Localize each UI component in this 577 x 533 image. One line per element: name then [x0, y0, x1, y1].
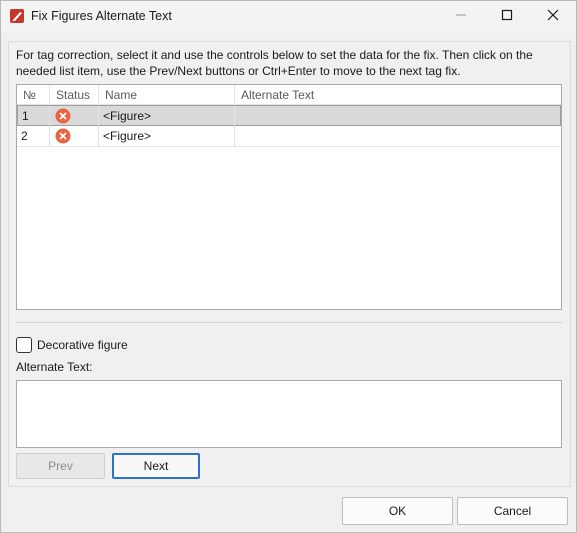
app-icon	[10, 9, 24, 23]
column-header-name[interactable]: Name	[99, 85, 235, 105]
error-icon	[55, 128, 71, 144]
maximize-icon	[501, 9, 513, 24]
dialog-window: Fix Figures Alternate Text For tag corre…	[0, 0, 577, 533]
column-header-number[interactable]: №	[17, 85, 50, 105]
title-bar[interactable]: Fix Figures Alternate Text	[1, 1, 576, 32]
error-icon	[55, 108, 71, 124]
alternate-text-label: Alternate Text:	[16, 360, 93, 374]
maximize-button[interactable]	[484, 1, 530, 32]
row-status	[50, 106, 99, 126]
row-number: 1	[18, 106, 50, 126]
table-header: № Status Name Alternate Text	[17, 85, 561, 105]
window-title: Fix Figures Alternate Text	[31, 9, 172, 23]
column-header-status[interactable]: Status	[50, 85, 99, 105]
alternate-text-input[interactable]	[16, 380, 562, 448]
prev-button[interactable]: Prev	[16, 453, 105, 479]
cancel-button[interactable]: Cancel	[457, 497, 568, 525]
ok-button[interactable]: OK	[342, 497, 453, 525]
decorative-figure-checkbox[interactable]	[16, 337, 32, 353]
row-alternate-text	[235, 126, 561, 146]
decorative-figure-label[interactable]: Decorative figure	[37, 338, 128, 352]
minimize-icon	[455, 9, 467, 24]
tags-table[interactable]: № Status Name Alternate Text 1 <Figure> …	[16, 84, 562, 310]
close-icon	[547, 9, 559, 24]
row-name: <Figure>	[99, 126, 235, 146]
close-button[interactable]	[530, 1, 576, 32]
row-number: 2	[17, 126, 50, 146]
minimize-button[interactable]	[438, 1, 484, 32]
table-row[interactable]: 1 <Figure>	[17, 105, 561, 126]
section-divider	[16, 322, 562, 323]
next-button[interactable]: Next	[112, 453, 200, 479]
row-status	[50, 126, 99, 146]
instructions-text: For tag correction, select it and use th…	[16, 48, 533, 78]
column-header-alternate-text[interactable]: Alternate Text	[235, 85, 561, 105]
row-name: <Figure>	[99, 106, 235, 126]
row-alternate-text	[235, 106, 560, 126]
table-row[interactable]: 2 <Figure>	[17, 126, 561, 147]
